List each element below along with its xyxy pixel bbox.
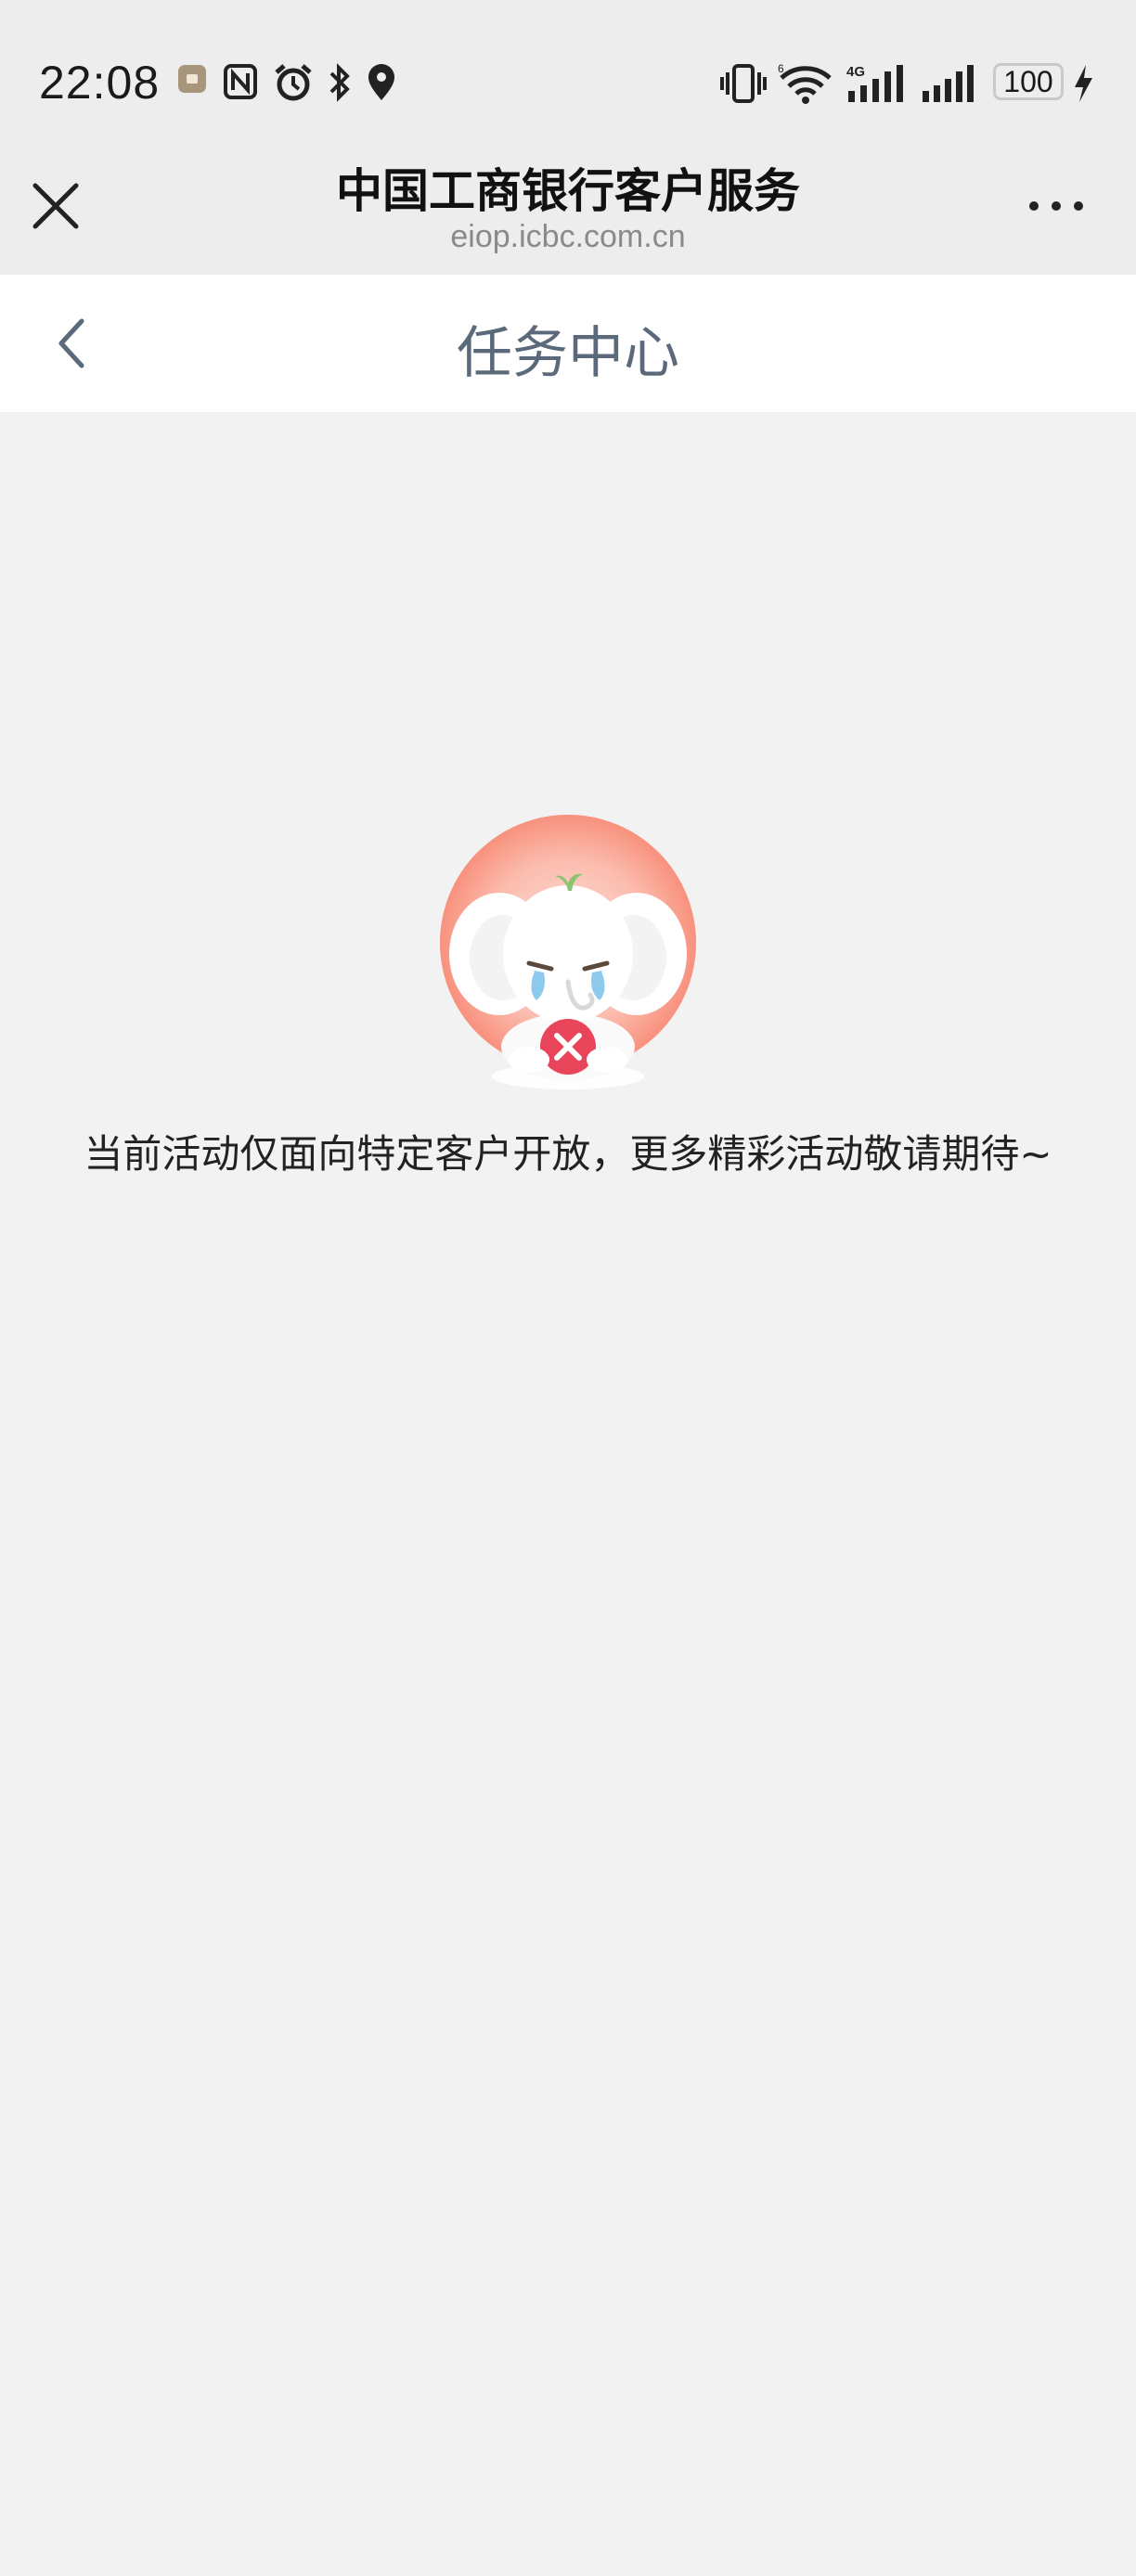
location-icon <box>368 64 394 100</box>
battery-icon: 100 <box>993 63 1064 100</box>
network-type-label: 4G <box>846 64 865 80</box>
nav-title: 任务中心 <box>457 321 679 386</box>
page-url: eiop.icbc.com.cn <box>450 219 686 254</box>
empty-state-message: 当前活动仅面向特定客户开放，更多精彩活动敬请期待~ <box>84 1131 1052 1177</box>
page-title: 中国工商银行客户服务 <box>336 164 800 218</box>
nfc-icon <box>224 64 257 99</box>
battery-level: 100 <box>1003 65 1053 98</box>
svg-text:6: 6 <box>778 63 784 75</box>
more-options-icon[interactable] <box>1026 193 1086 219</box>
status-bar: 22:08 6 4G 100 <box>0 0 1136 137</box>
signal-icon <box>923 65 974 102</box>
nav-bar: 任务中心 <box>0 275 1136 412</box>
status-time: 22:08 <box>39 57 161 109</box>
sad-elephant-mascot-icon <box>440 815 696 1089</box>
bluetooth-icon <box>329 63 350 102</box>
browser-title-bar: 中国工商银行客户服务 eiop.icbc.com.cn <box>0 137 1136 275</box>
vibrate-icon <box>720 64 767 103</box>
notification-app-icon <box>178 65 206 93</box>
signal-icon: 4G <box>846 64 903 102</box>
wifi-icon: 6 <box>778 63 832 104</box>
charging-icon <box>1075 65 1092 102</box>
alarm-icon <box>275 64 312 101</box>
